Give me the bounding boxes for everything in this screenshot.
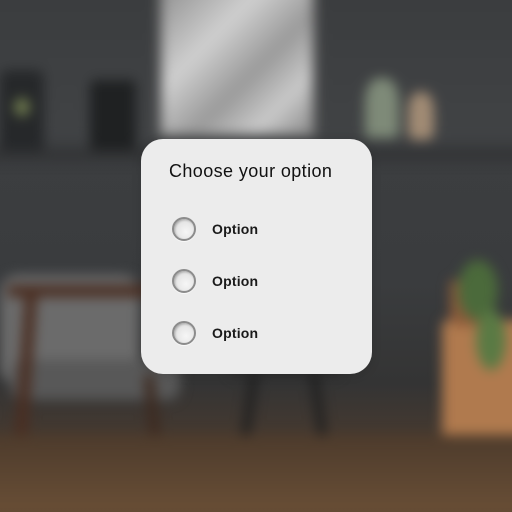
radio-button-icon[interactable] [172,321,196,345]
option-label: Option [212,325,259,341]
radio-button-icon[interactable] [172,217,196,241]
wall-art [158,0,316,138]
option-radio-1[interactable]: Option [172,214,352,244]
option-radio-3[interactable]: Option [172,318,352,348]
shelf-bottles [90,80,136,150]
radio-button-icon[interactable] [172,269,196,293]
option-radio-2[interactable]: Option [172,266,352,296]
wooden-floor [0,435,512,512]
shelf-plant [365,78,399,138]
option-label: Option [212,221,259,237]
option-dialog: Choose your option Option Option Option [141,139,372,374]
option-label: Option [212,273,259,289]
shelf-vase [408,92,434,140]
dialog-title: Choose your option [169,161,333,181]
